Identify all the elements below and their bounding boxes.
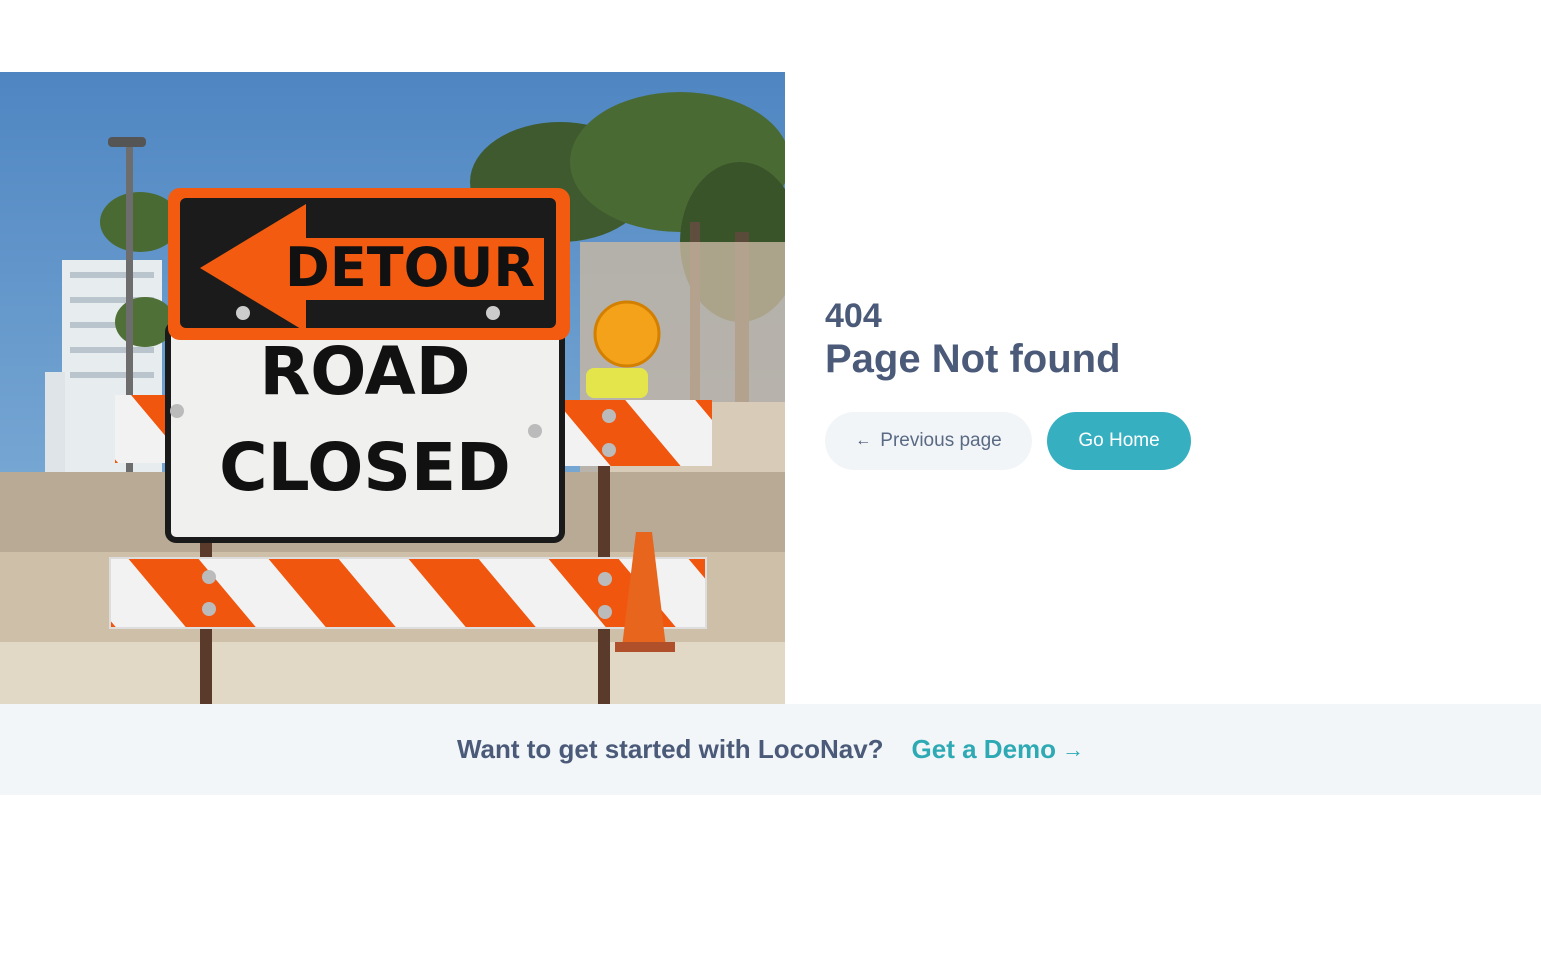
road-closed-image: ROAD CLOSED DETOUR bbox=[0, 72, 785, 704]
road-text: ROAD bbox=[259, 333, 470, 410]
previous-page-label: Previous page bbox=[880, 430, 1002, 451]
cta-text: Want to get started with LocoNav? bbox=[456, 734, 884, 764]
action-buttons: ← Previous page Go Home bbox=[825, 412, 1191, 470]
get-demo-link[interactable]: Get a Demo → bbox=[912, 734, 1085, 765]
previous-page-button[interactable]: ← Previous page bbox=[825, 412, 1032, 470]
error-page: ROAD CLOSED DETOUR 404 Page Not found ← … bbox=[0, 0, 1541, 953]
closed-text: CLOSED bbox=[219, 429, 511, 506]
get-demo-label: Get a Demo bbox=[911, 734, 1057, 764]
detour-text: DETOUR bbox=[285, 236, 535, 299]
page-title: Page Not found bbox=[825, 337, 1121, 381]
demo-cta-bar: Want to get started with LocoNav? Get a … bbox=[0, 704, 1541, 795]
error-message: 404 Page Not found ← Previous page Go Ho… bbox=[825, 296, 1191, 470]
error-code: 404 bbox=[825, 297, 882, 335]
go-home-button[interactable]: Go Home bbox=[1047, 412, 1191, 470]
arrow-left-icon: ← bbox=[855, 432, 872, 449]
arrow-right-icon: → bbox=[1062, 736, 1085, 762]
